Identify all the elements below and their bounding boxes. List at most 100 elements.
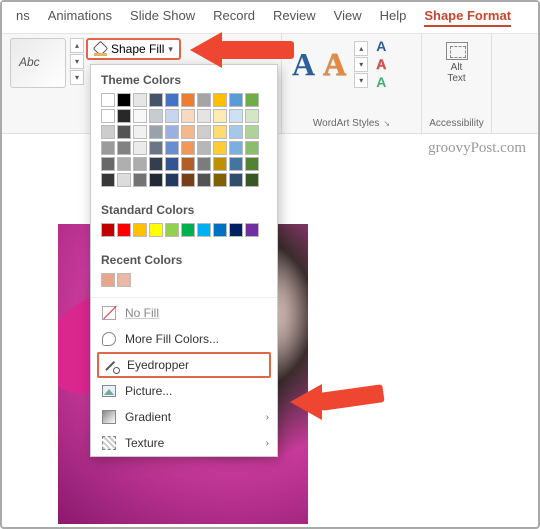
color-swatch[interactable] bbox=[213, 157, 227, 171]
color-swatch[interactable] bbox=[149, 173, 163, 187]
color-swatch[interactable] bbox=[229, 157, 243, 171]
tab-record[interactable]: Record bbox=[213, 8, 255, 27]
color-swatch[interactable] bbox=[149, 157, 163, 171]
gradient-fill-item[interactable]: Gradient › bbox=[91, 404, 277, 430]
color-swatch[interactable] bbox=[197, 93, 211, 107]
color-swatch[interactable] bbox=[133, 157, 147, 171]
color-swatch[interactable] bbox=[229, 173, 243, 187]
wordart-down-icon[interactable]: ▾ bbox=[354, 57, 368, 72]
color-swatch[interactable] bbox=[149, 223, 163, 237]
color-swatch[interactable] bbox=[101, 93, 115, 107]
texture-fill-item[interactable]: Texture › bbox=[91, 430, 277, 456]
color-swatch[interactable] bbox=[149, 125, 163, 139]
eyedropper-item[interactable]: Eyedropper bbox=[97, 352, 271, 378]
alt-text-button[interactable]: Alt Text bbox=[442, 38, 472, 88]
color-swatch[interactable] bbox=[165, 93, 179, 107]
color-swatch[interactable] bbox=[229, 125, 243, 139]
color-swatch[interactable] bbox=[101, 273, 115, 287]
color-swatch[interactable] bbox=[165, 141, 179, 155]
color-swatch[interactable] bbox=[245, 109, 259, 123]
color-swatch[interactable] bbox=[149, 141, 163, 155]
tab-review[interactable]: Review bbox=[273, 8, 316, 27]
color-swatch[interactable] bbox=[101, 223, 115, 237]
color-swatch[interactable] bbox=[133, 173, 147, 187]
color-swatch[interactable] bbox=[229, 93, 243, 107]
color-swatch[interactable] bbox=[181, 173, 195, 187]
color-swatch[interactable] bbox=[213, 125, 227, 139]
tab-transitions-partial[interactable]: ns bbox=[16, 8, 30, 27]
color-swatch[interactable] bbox=[133, 141, 147, 155]
color-swatch[interactable] bbox=[133, 125, 147, 139]
gallery-up-icon[interactable]: ▴ bbox=[70, 38, 84, 53]
color-swatch[interactable] bbox=[213, 141, 227, 155]
no-fill-item[interactable]: No Fill bbox=[91, 300, 277, 326]
color-swatch[interactable] bbox=[245, 93, 259, 107]
gallery-more-icon[interactable]: ▾ bbox=[70, 70, 84, 85]
color-swatch[interactable] bbox=[213, 109, 227, 123]
color-swatch[interactable] bbox=[213, 223, 227, 237]
color-swatch[interactable] bbox=[101, 173, 115, 187]
color-swatch[interactable] bbox=[165, 109, 179, 123]
tab-help[interactable]: Help bbox=[380, 8, 407, 27]
wordart-sample-1[interactable]: A bbox=[290, 46, 317, 82]
wordart-sample-2[interactable]: A bbox=[321, 46, 348, 82]
wordart-more-icon[interactable]: ▾ bbox=[354, 73, 368, 88]
tab-animations[interactable]: Animations bbox=[48, 8, 112, 27]
color-swatch[interactable] bbox=[165, 125, 179, 139]
color-swatch[interactable] bbox=[133, 93, 147, 107]
color-swatch[interactable] bbox=[197, 157, 211, 171]
shape-style-gallery[interactable] bbox=[10, 38, 66, 88]
color-swatch[interactable] bbox=[165, 157, 179, 171]
tab-view[interactable]: View bbox=[334, 8, 362, 27]
gallery-down-icon[interactable]: ▾ bbox=[70, 54, 84, 69]
color-swatch[interactable] bbox=[213, 173, 227, 187]
color-swatch[interactable] bbox=[181, 157, 195, 171]
color-swatch[interactable] bbox=[229, 223, 243, 237]
color-swatch[interactable] bbox=[117, 157, 131, 171]
color-swatch[interactable] bbox=[133, 109, 147, 123]
color-swatch[interactable] bbox=[165, 173, 179, 187]
color-swatch[interactable] bbox=[245, 125, 259, 139]
color-swatch[interactable] bbox=[229, 109, 243, 123]
text-effects-icon[interactable]: A bbox=[376, 74, 386, 90]
color-swatch[interactable] bbox=[133, 223, 147, 237]
color-swatch[interactable] bbox=[117, 173, 131, 187]
picture-fill-item[interactable]: Picture... bbox=[91, 378, 277, 404]
color-swatch[interactable] bbox=[197, 125, 211, 139]
color-swatch[interactable] bbox=[117, 223, 131, 237]
color-swatch[interactable] bbox=[181, 93, 195, 107]
color-swatch[interactable] bbox=[181, 125, 195, 139]
color-swatch[interactable] bbox=[101, 141, 115, 155]
text-fill-icon[interactable]: A bbox=[376, 38, 386, 54]
color-swatch[interactable] bbox=[229, 141, 243, 155]
color-swatch[interactable] bbox=[149, 109, 163, 123]
color-swatch[interactable] bbox=[245, 223, 259, 237]
color-swatch[interactable] bbox=[213, 93, 227, 107]
tab-slideshow[interactable]: Slide Show bbox=[130, 8, 195, 27]
color-swatch[interactable] bbox=[245, 173, 259, 187]
color-swatch[interactable] bbox=[101, 109, 115, 123]
text-outline-icon[interactable]: A bbox=[376, 56, 386, 72]
color-swatch[interactable] bbox=[245, 157, 259, 171]
color-swatch[interactable] bbox=[117, 125, 131, 139]
wordart-up-icon[interactable]: ▴ bbox=[354, 41, 368, 56]
color-swatch[interactable] bbox=[197, 141, 211, 155]
color-swatch[interactable] bbox=[101, 157, 115, 171]
color-swatch[interactable] bbox=[197, 173, 211, 187]
color-swatch[interactable] bbox=[197, 109, 211, 123]
color-swatch[interactable] bbox=[117, 109, 131, 123]
color-swatch[interactable] bbox=[181, 141, 195, 155]
color-swatch[interactable] bbox=[117, 141, 131, 155]
tab-shape-format[interactable]: Shape Format bbox=[424, 8, 511, 27]
color-swatch[interactable] bbox=[165, 223, 179, 237]
color-swatch[interactable] bbox=[197, 223, 211, 237]
color-swatch[interactable] bbox=[181, 223, 195, 237]
color-swatch[interactable] bbox=[117, 273, 131, 287]
color-swatch[interactable] bbox=[181, 109, 195, 123]
more-fill-colors-item[interactable]: More Fill Colors... bbox=[91, 326, 277, 352]
color-swatch[interactable] bbox=[117, 93, 131, 107]
color-swatch[interactable] bbox=[245, 141, 259, 155]
dialog-launcher-icon[interactable]: ↘ bbox=[383, 119, 390, 128]
shape-fill-button[interactable]: Shape Fill ▾ bbox=[86, 38, 181, 60]
color-swatch[interactable] bbox=[101, 125, 115, 139]
